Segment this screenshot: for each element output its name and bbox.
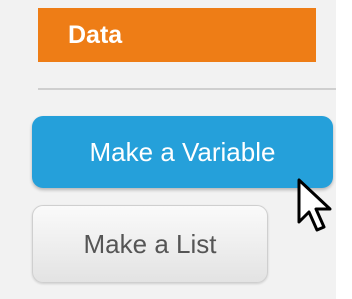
category-tab-data[interactable]: Data <box>38 8 316 62</box>
make-a-list-button[interactable]: Make a List <box>32 205 268 283</box>
make-a-variable-button[interactable]: Make a Variable <box>32 116 333 188</box>
mouse-pointer-icon <box>297 178 332 232</box>
palette-edge <box>336 0 352 299</box>
palette-divider <box>38 88 336 90</box>
